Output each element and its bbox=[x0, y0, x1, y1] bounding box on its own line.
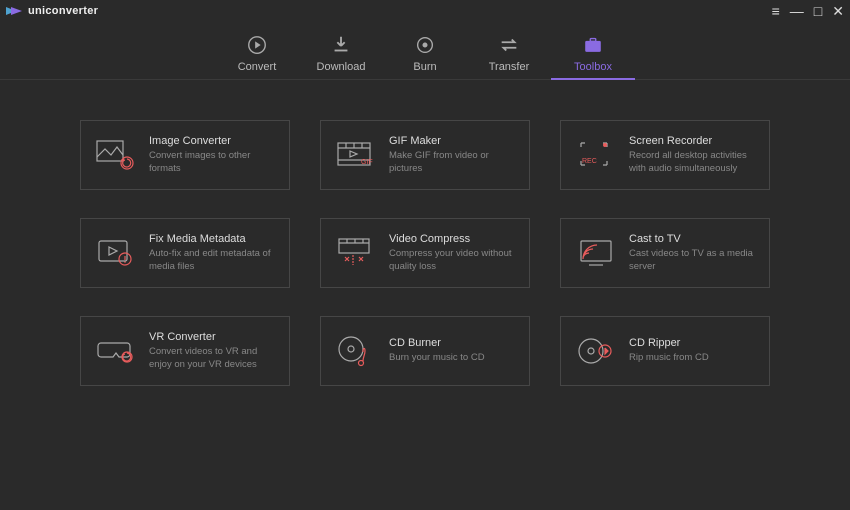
tool-cd-burner[interactable]: CD Burner Burn your music to CD bbox=[320, 316, 530, 386]
close-button[interactable]: ✕ bbox=[832, 4, 844, 18]
tool-text: Cast to TV Cast videos to TV as a media … bbox=[629, 233, 755, 273]
tool-title: CD Ripper bbox=[629, 337, 755, 349]
tool-gif-maker[interactable]: GIF GIF Maker Make GIF from video or pic… bbox=[320, 120, 530, 190]
tool-text: Fix Media Metadata Auto-fix and edit met… bbox=[149, 233, 275, 273]
tool-desc: Cast videos to TV as a media server bbox=[629, 248, 755, 273]
nav-label: Download bbox=[317, 61, 366, 73]
convert-icon bbox=[246, 33, 268, 57]
nav-burn[interactable]: Burn bbox=[383, 33, 467, 79]
menu-icon[interactable]: ≡ bbox=[772, 4, 780, 18]
tool-desc: Burn your music to CD bbox=[389, 352, 515, 364]
tool-text: Screen Recorder Record all desktop activ… bbox=[629, 135, 755, 175]
download-icon bbox=[330, 33, 352, 57]
nav-convert[interactable]: Convert bbox=[215, 33, 299, 79]
tool-cast-to-tv[interactable]: Cast to TV Cast videos to TV as a media … bbox=[560, 218, 770, 288]
app-name: uniconverter bbox=[28, 5, 98, 17]
tool-image-converter[interactable]: Image Converter Convert images to other … bbox=[80, 120, 290, 190]
nav-download[interactable]: Download bbox=[299, 33, 383, 79]
gif-maker-icon: GIF bbox=[335, 134, 377, 176]
burn-icon bbox=[414, 33, 436, 57]
tool-title: CD Burner bbox=[389, 337, 515, 349]
video-compress-icon bbox=[335, 232, 377, 274]
tool-title: Screen Recorder bbox=[629, 135, 755, 147]
tool-title: VR Converter bbox=[149, 331, 275, 343]
window-controls: ≡ — □ ✕ bbox=[772, 4, 844, 18]
tool-title: Video Compress bbox=[389, 233, 515, 245]
tool-desc: Auto-fix and edit metadata of media file… bbox=[149, 248, 275, 273]
nav-label: Burn bbox=[413, 61, 436, 73]
tool-desc: Make GIF from video or pictures bbox=[389, 150, 515, 175]
tool-desc: Convert videos to VR and enjoy on your V… bbox=[149, 346, 275, 371]
app-brand: uniconverter bbox=[6, 5, 98, 17]
nav-label: Transfer bbox=[489, 61, 530, 73]
tool-title: Fix Media Metadata bbox=[149, 233, 275, 245]
tool-title: GIF Maker bbox=[389, 135, 515, 147]
transfer-icon bbox=[498, 33, 520, 57]
tool-desc: Rip music from CD bbox=[629, 352, 755, 364]
screen-recorder-icon: REC bbox=[575, 134, 617, 176]
toolbox-panel: Image Converter Convert images to other … bbox=[0, 80, 850, 386]
tool-desc: Record all desktop activities with audio… bbox=[629, 150, 755, 175]
maximize-button[interactable]: □ bbox=[814, 4, 822, 18]
tool-cd-ripper[interactable]: CD Ripper Rip music from CD bbox=[560, 316, 770, 386]
minimize-button[interactable]: — bbox=[790, 4, 804, 18]
titlebar: uniconverter ≡ — □ ✕ bbox=[0, 0, 850, 22]
tool-text: Image Converter Convert images to other … bbox=[149, 135, 275, 175]
app-logo-icon bbox=[6, 5, 22, 17]
tool-title: Cast to TV bbox=[629, 233, 755, 245]
tool-grid: Image Converter Convert images to other … bbox=[80, 120, 770, 386]
tool-text: CD Ripper Rip music from CD bbox=[629, 337, 755, 364]
nav-active-indicator bbox=[551, 78, 635, 80]
tool-text: CD Burner Burn your music to CD bbox=[389, 337, 515, 364]
tool-text: VR Converter Convert videos to VR and en… bbox=[149, 331, 275, 371]
nav-transfer[interactable]: Transfer bbox=[467, 33, 551, 79]
svg-text:REC: REC bbox=[582, 158, 597, 165]
tool-title: Image Converter bbox=[149, 135, 275, 147]
image-converter-icon bbox=[95, 134, 137, 176]
tool-desc: Compress your video without quality loss bbox=[389, 248, 515, 273]
tool-text: Video Compress Compress your video witho… bbox=[389, 233, 515, 273]
tool-text: GIF Maker Make GIF from video or picture… bbox=[389, 135, 515, 175]
main-nav: Convert Download Burn Transfer Toolbox bbox=[0, 22, 850, 80]
tool-fix-metadata[interactable]: Fix Media Metadata Auto-fix and edit met… bbox=[80, 218, 290, 288]
fix-metadata-icon bbox=[95, 232, 137, 274]
tool-video-compress[interactable]: Video Compress Compress your video witho… bbox=[320, 218, 530, 288]
toolbox-icon bbox=[582, 33, 604, 57]
nav-label: Toolbox bbox=[574, 61, 612, 73]
cd-ripper-icon bbox=[575, 330, 617, 372]
nav-toolbox[interactable]: Toolbox bbox=[551, 33, 635, 79]
cd-burner-icon bbox=[335, 330, 377, 372]
svg-text:GIF: GIF bbox=[361, 159, 373, 166]
tool-screen-recorder[interactable]: REC Screen Recorder Record all desktop a… bbox=[560, 120, 770, 190]
vr-converter-icon bbox=[95, 330, 137, 372]
nav-label: Convert bbox=[238, 61, 277, 73]
tool-desc: Convert images to other formats bbox=[149, 150, 275, 175]
tool-vr-converter[interactable]: VR Converter Convert videos to VR and en… bbox=[80, 316, 290, 386]
cast-to-tv-icon bbox=[575, 232, 617, 274]
